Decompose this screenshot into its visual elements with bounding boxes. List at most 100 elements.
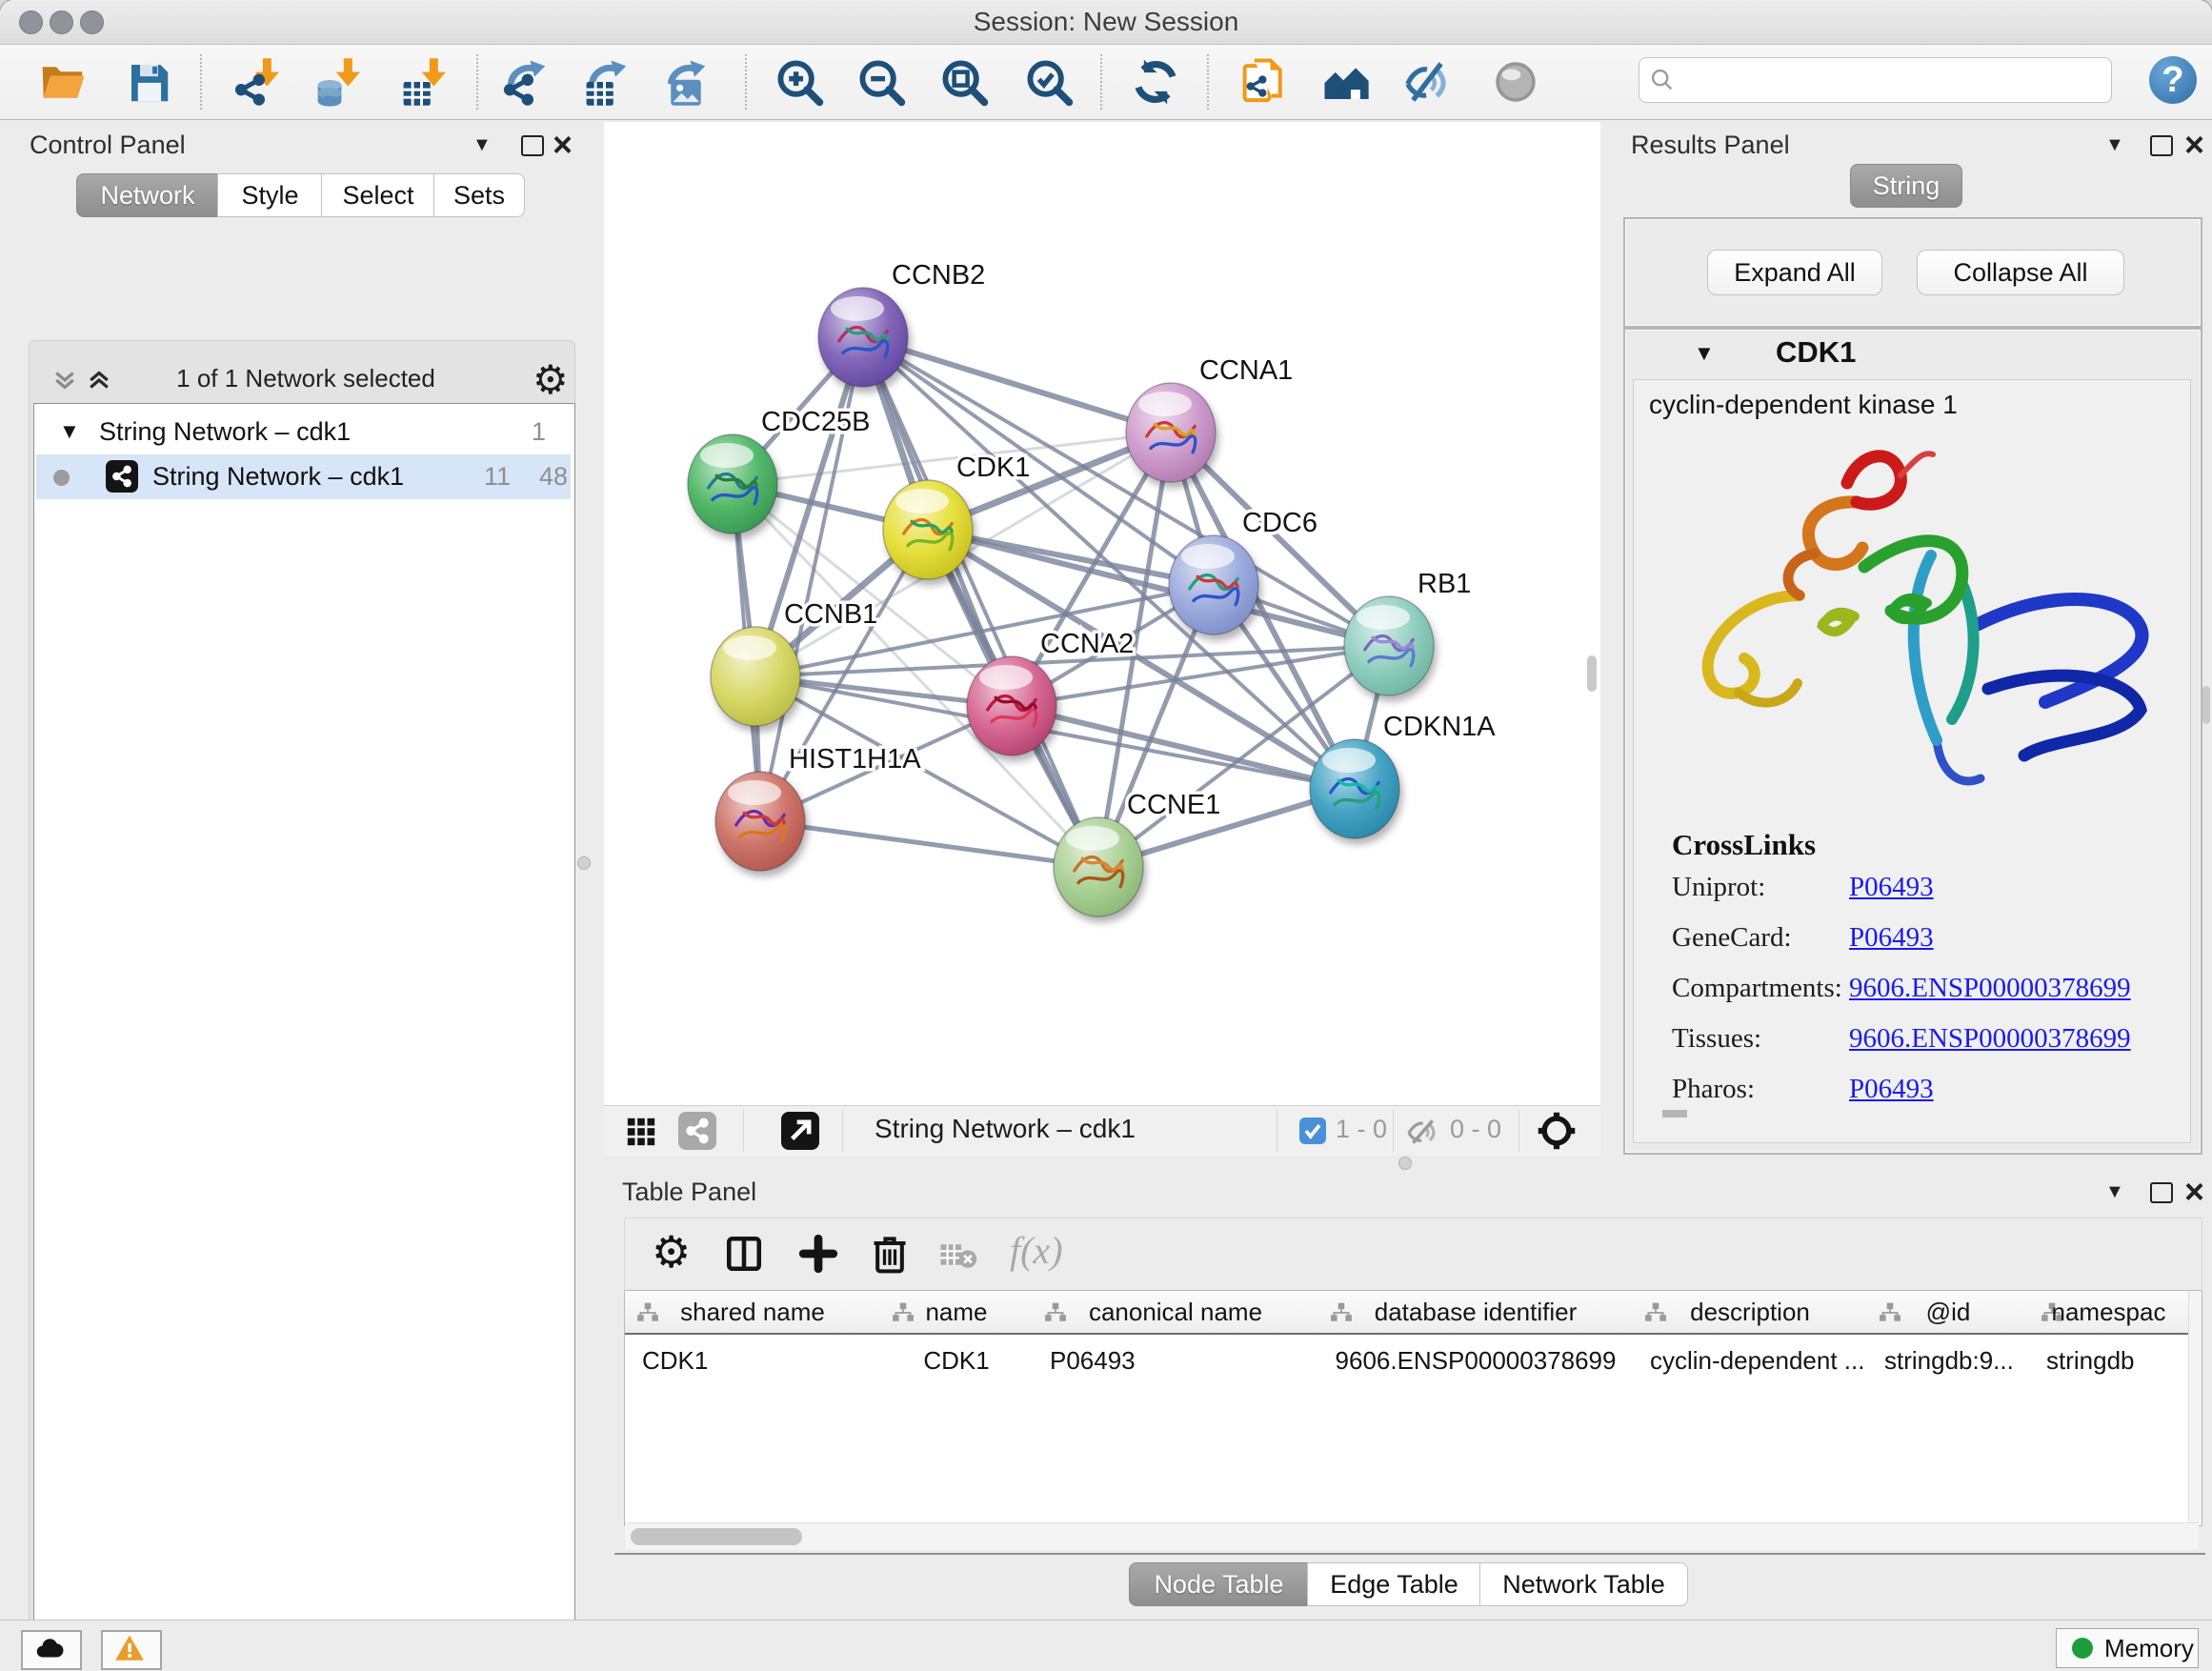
node-CCNB2[interactable] — [818, 288, 908, 387]
results-panel-scrollbar[interactable] — [2202, 686, 2210, 724]
tab-style[interactable]: Style — [217, 173, 323, 217]
string-style-icon[interactable] — [678, 1112, 716, 1150]
close-panel-icon[interactable]: × — [553, 135, 573, 154]
table-cell[interactable]: cyclin-dependent ... — [1633, 1340, 1884, 1380]
tab-sets[interactable]: Sets — [433, 173, 525, 217]
panel-menu-icon[interactable]: ▼ — [2105, 134, 2124, 156]
tab-network-table[interactable]: Network Table — [1479, 1562, 1688, 1606]
export-table-icon[interactable] — [581, 56, 633, 108]
table-vertical-scrollbar[interactable] — [2188, 1291, 2202, 1523]
expand-all-button[interactable]: Expand All — [1707, 250, 1882, 295]
tab-network[interactable]: Network — [76, 173, 219, 217]
crosslink-value-link[interactable]: P06493 — [1849, 872, 1934, 903]
delete-table-icon[interactable] — [939, 1239, 977, 1270]
column-header--id[interactable]: @id — [1867, 1291, 2030, 1333]
node-CDC25B[interactable] — [688, 434, 777, 534]
card-scrollbar[interactable] — [1662, 1110, 1687, 1117]
zoom-fit-icon[interactable] — [938, 56, 990, 108]
zoom-in-icon[interactable] — [774, 56, 825, 108]
expand-all-networks-icon[interactable] — [85, 366, 113, 394]
birdseye-grid-icon[interactable] — [625, 1116, 657, 1148]
collapse-all-button[interactable]: Collapse All — [1917, 250, 2124, 295]
column-header-namespac[interactable]: namespac — [2029, 1291, 2189, 1333]
search-input[interactable] — [1681, 60, 2104, 100]
network-from-document-icon[interactable] — [1239, 56, 1291, 108]
scrollbar-thumb[interactable] — [631, 1528, 802, 1545]
column-header-name[interactable]: name — [880, 1291, 1034, 1333]
network-options-gear-icon[interactable]: ⚙ — [533, 356, 569, 403]
node-CCNE1[interactable] — [1054, 817, 1143, 916]
table-cell[interactable]: 9606.ENSP00000378699 — [1318, 1340, 1633, 1380]
node-CDC6[interactable] — [1169, 535, 1258, 634]
close-panel-icon[interactable]: × — [2184, 1182, 2204, 1201]
crosslink-value-link[interactable]: P06493 — [1849, 922, 1934, 954]
table-cell[interactable]: stringdb — [2029, 1340, 2205, 1380]
node-HIST1H1A[interactable] — [715, 772, 805, 871]
table-cell[interactable]: P06493 — [1033, 1340, 1336, 1380]
show-hide-panels-icon[interactable] — [1401, 56, 1453, 108]
collapse-all-networks-icon[interactable] — [50, 366, 79, 394]
table-cell[interactable]: CDK1 — [880, 1340, 1033, 1380]
fit-selection-crosshair-icon[interactable] — [1536, 1110, 1578, 1152]
tab-edge-table[interactable]: Edge Table — [1307, 1562, 1481, 1606]
zoom-selected-icon[interactable] — [1023, 56, 1075, 108]
crosslink-value-link[interactable]: P06493 — [1849, 1074, 1934, 1105]
table-gear-icon[interactable]: ⚙ — [652, 1226, 691, 1278]
selected-checkbox-icon[interactable] — [1299, 1117, 1326, 1144]
hidden-eye-slash-icon[interactable] — [1406, 1117, 1442, 1147]
node-CCNA2[interactable] — [967, 656, 1056, 755]
float-panel-icon[interactable] — [2150, 135, 2173, 156]
home-icon[interactable] — [1320, 56, 1372, 108]
crosslink-value-link[interactable]: 9606.ENSP00000378699 — [1849, 973, 2131, 1004]
refresh-layout-icon[interactable] — [1130, 56, 1181, 108]
crosslink-value-link[interactable]: 9606.ENSP00000378699 — [1849, 1023, 2131, 1055]
open-session-icon[interactable] — [37, 56, 89, 108]
table-horizontal-scrollbar[interactable] — [625, 1522, 2199, 1550]
import-table-icon[interactable] — [398, 56, 450, 108]
import-network-icon[interactable] — [231, 56, 283, 108]
network-collection-row[interactable]: ▼ String Network – cdk1 1 — [36, 410, 571, 454]
float-panel-icon[interactable] — [2150, 1182, 2173, 1203]
delete-column-trash-icon[interactable] — [869, 1232, 911, 1276]
edge-HIST1H1A-CCNE1[interactable] — [760, 821, 1098, 867]
warnings-button[interactable] — [101, 1630, 162, 1670]
table-cell[interactable]: CDK1 — [625, 1340, 897, 1380]
collapse-collection-icon[interactable]: ▼ — [59, 419, 80, 444]
zoom-out-icon[interactable] — [855, 56, 907, 108]
table-cell[interactable]: stringdb:9... — [1867, 1340, 2046, 1380]
column-header-canonical-name[interactable]: canonical name — [1033, 1291, 1319, 1333]
column-header-description[interactable]: description — [1633, 1291, 1868, 1333]
save-session-icon[interactable] — [123, 56, 174, 108]
node-RB1[interactable] — [1344, 596, 1434, 695]
node-CCNB1[interactable] — [711, 627, 800, 726]
tab-select[interactable]: Select — [321, 173, 435, 217]
panel-menu-icon[interactable]: ▼ — [473, 134, 492, 156]
float-panel-icon[interactable] — [521, 135, 544, 156]
import-database-icon[interactable] — [312, 56, 364, 108]
export-image-icon[interactable] — [660, 56, 712, 108]
edge-CCNB2-CCNE1[interactable] — [863, 337, 1098, 867]
memory-button[interactable]: Memory — [2056, 1628, 2199, 1668]
column-header-shared-name[interactable]: shared name — [625, 1291, 881, 1333]
node-CDKN1A[interactable] — [1310, 739, 1399, 838]
function-builder-icon[interactable]: f(x) — [1010, 1228, 1063, 1273]
network-row-selected[interactable]: String Network – cdk1 11 48 — [36, 454, 571, 499]
export-network-icon[interactable] — [500, 56, 552, 108]
tab-string[interactable]: String — [1850, 164, 1962, 208]
panel-menu-icon[interactable]: ▼ — [2105, 1181, 2124, 1203]
add-column-icon[interactable] — [798, 1234, 838, 1274]
column-header-database-identifier[interactable]: database identifier — [1318, 1291, 1634, 1333]
cloud-button[interactable] — [21, 1630, 82, 1670]
left-splitter-handle[interactable] — [577, 856, 591, 870]
close-panel-icon[interactable]: × — [2184, 135, 2204, 154]
edge-CCNB2-CCNA1[interactable] — [863, 337, 1171, 433]
collapse-gene-icon[interactable]: ▼ — [1694, 341, 1715, 366]
node-CCNA1[interactable] — [1126, 383, 1216, 482]
help-icon[interactable]: ? — [2149, 56, 2197, 104]
search-field[interactable] — [1639, 57, 2112, 103]
bottom-splitter-handle[interactable] — [1398, 1157, 1412, 1170]
node-CDK1[interactable] — [883, 480, 973, 579]
show-columns-icon[interactable] — [724, 1234, 764, 1274]
open-in-browser-icon[interactable] — [781, 1112, 819, 1150]
preview-network-icon[interactable] — [1490, 56, 1541, 108]
